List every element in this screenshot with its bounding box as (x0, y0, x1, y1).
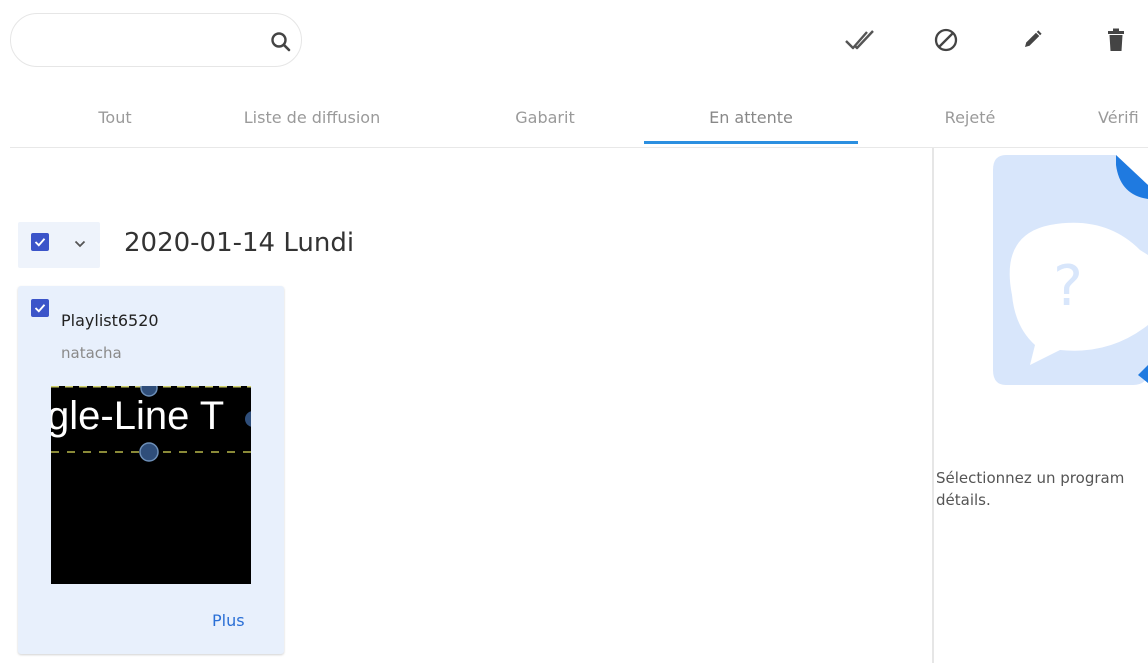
tabs-divider (10, 147, 1148, 148)
card-title: Playlist6520 (61, 311, 159, 330)
search-input[interactable] (29, 26, 253, 56)
tab-pending[interactable]: En attente (644, 88, 858, 146)
search-icon[interactable] (269, 30, 293, 54)
double-check-icon (843, 27, 877, 57)
check-icon (34, 238, 46, 247)
pencil-icon (1020, 28, 1044, 56)
delete-button[interactable] (1098, 24, 1134, 60)
card-user: natacha (61, 344, 122, 362)
tab-bar: Tout Liste de diffusion Gabarit En atten… (0, 88, 1148, 148)
tab-all[interactable]: Tout (60, 88, 170, 146)
empty-state-illustration: ? (990, 155, 1148, 385)
trash-icon (1105, 27, 1127, 57)
tab-verified[interactable]: Vérifi (1098, 88, 1148, 146)
tab-template[interactable]: Gabarit (490, 88, 600, 146)
group-select (18, 222, 100, 268)
card-thumbnail: gle-Line T (51, 386, 251, 584)
search-box[interactable] (10, 13, 302, 67)
chevron-down-icon[interactable] (73, 236, 87, 255)
empty-state-line-2: détails. (936, 491, 991, 509)
thumbnail-text: gle-Line T (51, 394, 225, 438)
check-icon (34, 304, 46, 313)
playlist-card[interactable]: Playlist6520 natacha gle-Line T Plus (18, 286, 284, 654)
tab-playlist[interactable]: Liste de diffusion (222, 88, 402, 146)
more-link[interactable]: Plus (212, 611, 245, 630)
group-date-title: 2020-01-14 Lundi (124, 228, 355, 258)
approve-button[interactable] (842, 24, 878, 60)
edit-button[interactable] (1014, 24, 1050, 60)
empty-state-line-1: Sélectionnez un program (936, 469, 1125, 487)
reject-button[interactable] (928, 24, 964, 60)
card-checkbox[interactable] (31, 299, 49, 317)
block-icon (933, 27, 959, 57)
group-checkbox[interactable] (31, 233, 49, 251)
empty-state-text: Sélectionnez un program détails. (936, 467, 1148, 511)
tab-rejected[interactable]: Rejeté (915, 88, 1025, 146)
active-tab-indicator (644, 141, 858, 144)
panel-divider (932, 148, 934, 663)
question-mark-icon: ? (1053, 254, 1083, 319)
